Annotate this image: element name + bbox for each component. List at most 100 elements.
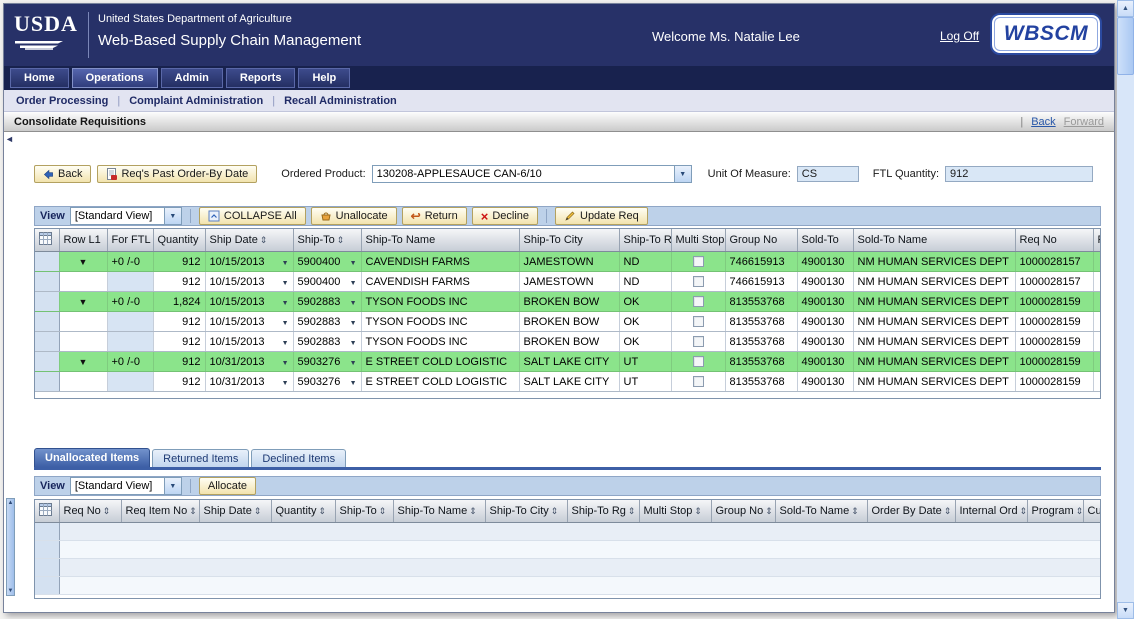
column-header[interactable]: Ship-To Name xyxy=(361,229,519,252)
row-selector-cell[interactable] xyxy=(35,541,59,559)
subnav-order-processing[interactable]: Order Processing xyxy=(16,95,108,107)
collapse-row-icon[interactable]: ▼ xyxy=(79,297,88,307)
column-header[interactable]: Ship-To Name⇕ xyxy=(393,500,485,523)
requisition-row[interactable]: 912 ▼10/31/2013 ▼5903276 E STREET COLD L… xyxy=(35,372,1101,392)
multi-stop-checkbox[interactable] xyxy=(693,356,704,367)
collapse-all-button[interactable]: COLLAPSE All xyxy=(199,207,306,225)
grid-corner-cell[interactable] xyxy=(35,500,59,523)
ship-to-dropdown-icon[interactable]: ▼ xyxy=(350,320,357,327)
ship-to-cell[interactable]: ▼5902883 xyxy=(293,292,361,312)
ship-date-dropdown-icon[interactable]: ▼ xyxy=(282,260,289,267)
decline-button[interactable]: × Decline xyxy=(472,207,538,225)
column-header[interactable]: Cus⇕ xyxy=(1083,500,1101,523)
column-header[interactable]: Req No⇕ xyxy=(59,500,121,523)
grid-corner-cell[interactable] xyxy=(35,229,59,252)
column-header[interactable]: Order By Date⇕ xyxy=(867,500,955,523)
multi-stop-checkbox[interactable] xyxy=(693,256,704,267)
ship-date-dropdown-icon[interactable]: ▼ xyxy=(282,300,289,307)
row-selector-cell[interactable] xyxy=(35,352,59,372)
strip-down-icon[interactable]: ▼ xyxy=(8,588,14,594)
return-button[interactable]: ↩ Return xyxy=(402,207,467,225)
nav-tab-help[interactable]: Help xyxy=(298,68,350,88)
column-header[interactable]: Internal Ord⇕ xyxy=(955,500,1027,523)
multi-stop-checkbox[interactable] xyxy=(693,276,704,287)
ship-date-dropdown-icon[interactable]: ▼ xyxy=(282,380,289,387)
ship-to-dropdown-icon[interactable]: ▼ xyxy=(350,260,357,267)
column-header[interactable]: Row L1 xyxy=(59,229,107,252)
view-dropdown[interactable]: [Standard View] ▼ xyxy=(70,207,182,225)
history-back-link[interactable]: Back xyxy=(1031,116,1055,128)
ship-date-dropdown-icon[interactable]: ▼ xyxy=(282,360,289,367)
browser-scrollbar[interactable]: ▲ ▼ xyxy=(1117,0,1134,619)
column-header[interactable]: Ship-To City⇕ xyxy=(485,500,567,523)
column-header[interactable]: Ship Date⇕ xyxy=(199,500,271,523)
column-header[interactable]: Ship Date⇕ xyxy=(205,229,293,252)
row-selector-cell[interactable] xyxy=(35,523,59,541)
column-header[interactable]: For FTL xyxy=(107,229,153,252)
ship-date-cell[interactable]: ▼10/15/2013 xyxy=(205,252,293,272)
collapse-row-icon[interactable]: ▼ xyxy=(79,357,88,367)
tab-returned-items[interactable]: Returned Items xyxy=(152,449,249,467)
ship-to-cell[interactable]: ▼5902883 xyxy=(293,312,361,332)
nav-tab-admin[interactable]: Admin xyxy=(161,68,223,88)
ship-to-cell[interactable]: ▼5903276 xyxy=(293,372,361,392)
multi-stop-checkbox[interactable] xyxy=(693,376,704,387)
multi-stop-checkbox[interactable] xyxy=(693,296,704,307)
requisition-row[interactable]: ▼ +0 /-0 912 ▼10/15/2013 ▼5900400 CAVEND… xyxy=(35,252,1101,272)
ship-to-cell[interactable]: ▼5900400 xyxy=(293,272,361,292)
ship-date-cell[interactable]: ▼10/31/2013 xyxy=(205,352,293,372)
row-selector-cell[interactable] xyxy=(35,292,59,312)
row-selector-cell[interactable] xyxy=(35,332,59,352)
scroll-up-button[interactable]: ▲ xyxy=(1117,0,1134,17)
nav-tab-home[interactable]: Home xyxy=(10,68,69,88)
lower-view-dropdown[interactable]: [Standard View] ▼ xyxy=(70,477,182,495)
ship-date-cell[interactable]: ▼10/15/2013 xyxy=(205,312,293,332)
scroll-down-button[interactable]: ▼ xyxy=(1117,602,1134,619)
column-header[interactable]: Sold-To Name⇕ xyxy=(775,500,867,523)
collapse-panel-icon[interactable]: ◄ xyxy=(5,134,14,144)
requisition-row[interactable]: ▼ +0 /-0 1,824 ▼10/15/2013 ▼5902883 TYSO… xyxy=(35,292,1101,312)
ship-date-dropdown-icon[interactable]: ▼ xyxy=(282,280,289,287)
ship-to-dropdown-icon[interactable]: ▼ xyxy=(350,280,357,287)
ship-date-cell[interactable]: ▼10/15/2013 xyxy=(205,332,293,352)
ship-date-cell[interactable]: ▼10/15/2013 xyxy=(205,292,293,312)
column-header[interactable]: Quantity⇕ xyxy=(271,500,335,523)
tab-declined-items[interactable]: Declined Items xyxy=(251,449,346,467)
column-header[interactable]: Req Item No⇕ xyxy=(121,500,199,523)
column-header[interactable]: Sold-To Name xyxy=(853,229,1015,252)
dropdown-arrow-icon[interactable]: ▼ xyxy=(674,166,691,182)
ship-date-cell[interactable]: ▼10/15/2013 xyxy=(205,272,293,292)
requisition-row[interactable]: 912 ▼10/15/2013 ▼5902883 TYSON FOODS INC… xyxy=(35,332,1101,352)
column-header[interactable]: Ship-To⇕ xyxy=(335,500,393,523)
tab-unallocated-items[interactable]: Unallocated Items xyxy=(34,448,150,467)
column-header[interactable]: Ship-To City xyxy=(519,229,619,252)
column-header[interactable]: Group No⇕ xyxy=(711,500,775,523)
row-selector-cell[interactable] xyxy=(35,559,59,577)
ship-to-cell[interactable]: ▼5902883 xyxy=(293,332,361,352)
requisition-row[interactable]: 912 ▼10/15/2013 ▼5902883 TYSON FOODS INC… xyxy=(35,312,1101,332)
back-button[interactable]: Back xyxy=(34,165,91,183)
column-header[interactable]: Ship-To Rg⇕ xyxy=(567,500,639,523)
column-header[interactable]: Req Item No xyxy=(1093,229,1101,252)
subnav-recall-administration[interactable]: Recall Administration xyxy=(284,95,397,107)
update-req-button[interactable]: Update Req xyxy=(555,207,648,225)
reqs-past-order-by-date-button[interactable]: Req's Past Order-By Date xyxy=(97,165,257,183)
column-header[interactable]: Multi Stop xyxy=(671,229,725,252)
ship-to-dropdown-icon[interactable]: ▼ xyxy=(350,340,357,347)
ship-to-cell[interactable]: ▼5903276 xyxy=(293,352,361,372)
side-panel-scroll-strip[interactable]: ▲ ▼ xyxy=(6,498,15,596)
allocate-button[interactable]: Allocate xyxy=(199,477,256,495)
ship-to-dropdown-icon[interactable]: ▼ xyxy=(350,300,357,307)
scroll-thumb[interactable] xyxy=(1117,17,1134,75)
ship-date-dropdown-icon[interactable]: ▼ xyxy=(282,340,289,347)
dropdown-arrow-icon[interactable]: ▼ xyxy=(164,208,181,224)
requisition-row[interactable]: 912 ▼10/15/2013 ▼5900400 CAVENDISH FARMS… xyxy=(35,272,1101,292)
strip-up-icon[interactable]: ▲ xyxy=(8,500,14,506)
column-header[interactable]: Group No xyxy=(725,229,797,252)
column-header[interactable]: Multi Stop⇕ xyxy=(639,500,711,523)
log-off-link[interactable]: Log Off xyxy=(940,29,979,43)
row-selector-cell[interactable] xyxy=(35,312,59,332)
row-selector-cell[interactable] xyxy=(35,372,59,392)
column-header[interactable]: Ship-To⇕ xyxy=(293,229,361,252)
column-header[interactable]: Req No xyxy=(1015,229,1093,252)
